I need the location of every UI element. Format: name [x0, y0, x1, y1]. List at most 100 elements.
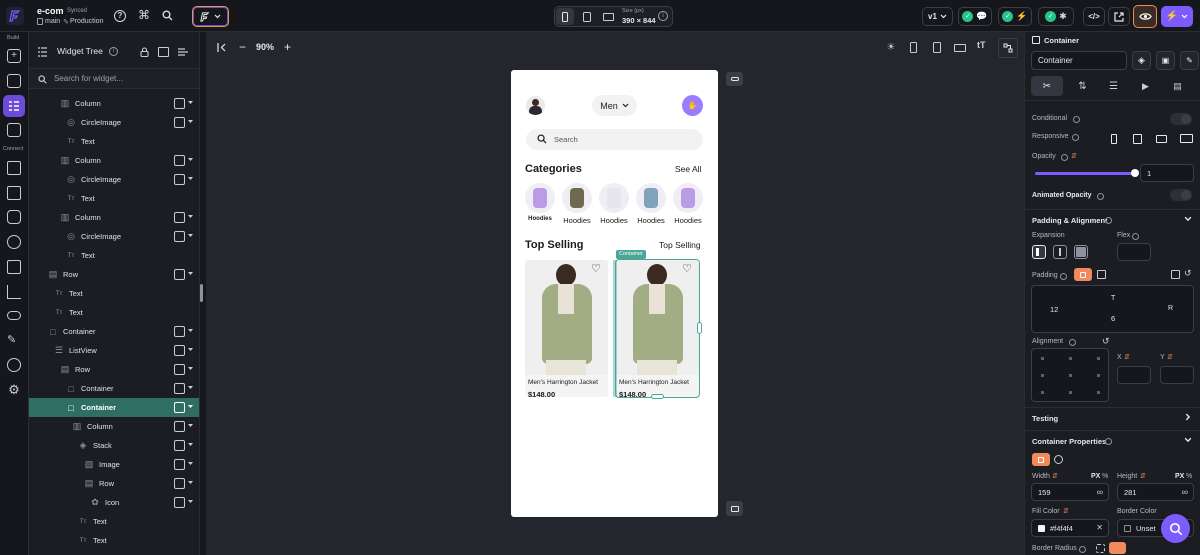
- wrap-widget-icon[interactable]: [174, 421, 185, 432]
- theme-widget-button[interactable]: ◈: [1132, 51, 1151, 70]
- tree-search-input[interactable]: Search for widget...: [54, 74, 123, 83]
- padding-all-button[interactable]: [1074, 268, 1092, 281]
- flutterflow-logo-icon[interactable]: [6, 7, 24, 25]
- responsive-landscape-icon[interactable]: [1156, 135, 1167, 143]
- tab-dev-notes[interactable]: ▤: [1165, 76, 1190, 96]
- zoom-level[interactable]: 90%: [256, 42, 274, 52]
- radius-info-icon[interactable]: [1079, 546, 1086, 553]
- phone-search-bar[interactable]: Search: [526, 129, 703, 150]
- conditional-info-icon[interactable]: [1073, 116, 1080, 123]
- wrap-widget-icon[interactable]: [174, 326, 185, 337]
- category-item[interactable]: Hoodies: [673, 183, 703, 227]
- tree-item[interactable]: ▥ Column: [29, 94, 199, 113]
- padding-help-icon[interactable]: [1060, 273, 1067, 280]
- align-x-variable-icon[interactable]: ⇵: [1124, 353, 1130, 361]
- wrap-widget-icon[interactable]: [174, 269, 185, 280]
- branch-name[interactable]: main: [45, 18, 60, 25]
- tab-properties[interactable]: ✂: [1031, 76, 1063, 96]
- debug-check-button[interactable]: ✓ ✱: [1038, 7, 1074, 26]
- phone-bottom-handle[interactable]: [726, 501, 743, 516]
- tree-item[interactable]: ▤ Row: [29, 265, 199, 284]
- caret-down-icon[interactable]: [188, 120, 193, 125]
- add-to-component-button[interactable]: ▣: [1156, 51, 1175, 70]
- wrap-widget-icon[interactable]: [174, 212, 185, 223]
- category-item[interactable]: Hoodies: [599, 183, 629, 227]
- height-variable-icon[interactable]: ⇵: [1140, 472, 1146, 480]
- tree-item[interactable]: ◎ CircleImage: [29, 170, 199, 189]
- wrap-widget-icon[interactable]: [174, 345, 185, 356]
- scrollbar-thumb[interactable]: [200, 284, 203, 302]
- width-percent[interactable]: %: [1102, 473, 1108, 480]
- collapse-all-icon[interactable]: [158, 47, 169, 57]
- fill-color-swatch[interactable]: [1038, 524, 1045, 532]
- light-mode-icon[interactable]: ☀: [882, 38, 900, 58]
- search-icon[interactable]: [162, 10, 173, 21]
- tree-item[interactable]: Tт Text: [29, 132, 199, 151]
- caret-down-icon[interactable]: [188, 367, 193, 372]
- fill-color-input[interactable]: #f4f4f4 ✕: [1031, 519, 1109, 537]
- lock-icon[interactable]: [140, 47, 149, 57]
- width-variable-icon[interactable]: ⇵: [1052, 472, 1058, 480]
- see-all-link[interactable]: See All: [675, 164, 701, 174]
- wrap-widget-icon[interactable]: [174, 440, 185, 451]
- tree-item[interactable]: Tт Text: [29, 284, 199, 303]
- canvas-settings-button[interactable]: [998, 38, 1018, 58]
- integrations-icon[interactable]: [7, 235, 21, 249]
- align-y-input[interactable]: [1160, 366, 1194, 384]
- cloud-icon[interactable]: [7, 311, 21, 320]
- api-icon[interactable]: [7, 186, 21, 200]
- responsive-phone-icon[interactable]: [1111, 134, 1117, 144]
- tree-item[interactable]: Tт Text: [29, 512, 199, 531]
- product-card[interactable]: ♡ Men's Harrington Jacket $148.00: [525, 260, 608, 397]
- tree-item[interactable]: ✿ Icon: [29, 493, 199, 512]
- expansion-expanded-button[interactable]: [1074, 245, 1088, 259]
- tree-item[interactable]: Tт Text: [29, 303, 199, 322]
- selection-handle-right[interactable]: [697, 322, 702, 334]
- wrap-widget-icon[interactable]: [174, 459, 185, 470]
- wrap-widget-icon[interactable]: [174, 117, 185, 128]
- tree-item[interactable]: □ Container: [29, 398, 199, 417]
- phone-search-input[interactable]: Search: [554, 135, 578, 144]
- wrap-widget-icon[interactable]: [174, 383, 185, 394]
- width-unit[interactable]: PX: [1091, 473, 1100, 480]
- opacity-info-icon[interactable]: [1061, 154, 1068, 161]
- category-item[interactable]: Hoodies: [525, 183, 555, 227]
- pages-icon[interactable]: [7, 74, 21, 88]
- padding-right-value[interactable]: R: [1168, 305, 1173, 312]
- responsive-info-icon[interactable]: [1072, 134, 1079, 141]
- custom-code-icon[interactable]: [7, 285, 21, 299]
- wrap-widget-icon[interactable]: [174, 231, 185, 242]
- expansion-flexible-button[interactable]: [1032, 245, 1046, 259]
- tab-animations[interactable]: ▶: [1133, 76, 1158, 96]
- padding-editor[interactable]: 12 T R 6: [1031, 285, 1194, 333]
- tree-item[interactable]: ▤ Row: [29, 360, 199, 379]
- device-info-icon[interactable]: i: [658, 11, 668, 21]
- code-view-button[interactable]: </>: [1083, 7, 1105, 26]
- tree-item[interactable]: Tт Text: [29, 531, 199, 550]
- desktop-device-button[interactable]: [599, 8, 617, 25]
- product-card[interactable]: ♡ Men's Harrington Jacket $148.00: [615, 259, 700, 398]
- wrap-widget-icon[interactable]: [174, 155, 185, 166]
- favorite-heart-icon[interactable]: ♡: [682, 262, 692, 275]
- caret-down-icon[interactable]: [188, 101, 193, 106]
- caret-down-icon[interactable]: [188, 272, 193, 277]
- caret-down-icon[interactable]: [188, 177, 193, 182]
- reset-icon[interactable]: ↺: [1184, 268, 1192, 279]
- settings-gear-icon[interactable]: ⚙: [7, 383, 21, 397]
- app-state-icon[interactable]: [7, 210, 21, 224]
- flex-info-icon[interactable]: [1132, 233, 1139, 240]
- tree-options-icon[interactable]: [177, 47, 189, 57]
- phone-screen[interactable]: Men ✋ Search Categories See All Hoodies H…: [511, 70, 718, 517]
- tree-item[interactable]: □ Container: [29, 322, 199, 341]
- zoom-in-button[interactable]: +: [284, 40, 291, 54]
- radius-all-button[interactable]: [1096, 544, 1105, 553]
- testing-title[interactable]: Testing: [1032, 414, 1058, 423]
- width-input[interactable]: 159 ∞: [1031, 483, 1109, 501]
- height-input[interactable]: 281 ∞: [1117, 483, 1194, 501]
- tree-item[interactable]: ▨ Image: [29, 455, 199, 474]
- tree-item[interactable]: ◎ CircleImage: [29, 113, 199, 132]
- shape-circle-button[interactable]: [1054, 455, 1063, 464]
- tree-info-icon[interactable]: i: [109, 47, 118, 56]
- caret-down-icon[interactable]: [188, 405, 193, 410]
- padding-bottom-value[interactable]: 6: [1111, 314, 1115, 323]
